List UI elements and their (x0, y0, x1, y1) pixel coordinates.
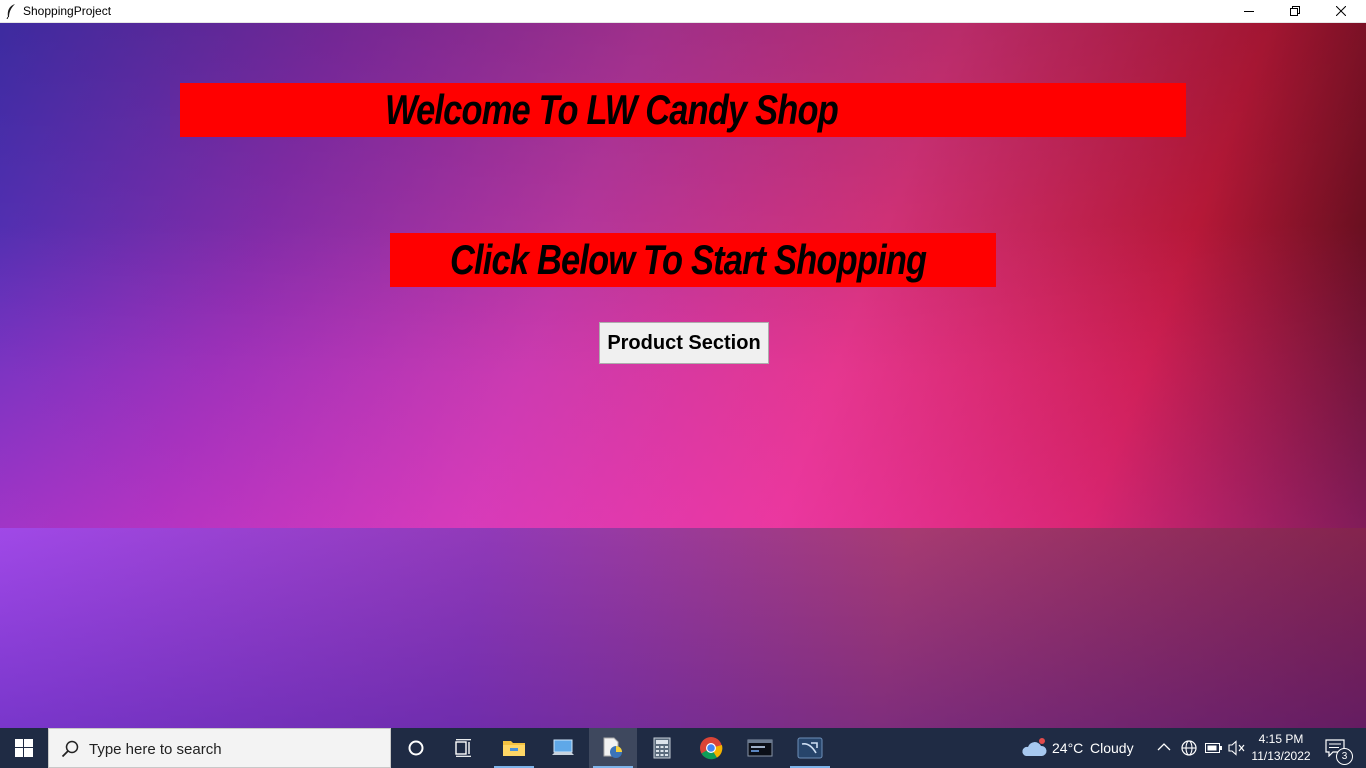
desktop-wallpaper (0, 528, 1366, 728)
weather-condition: Cloudy (1090, 740, 1134, 756)
window-titlebar: ShoppingProject (0, 0, 1366, 23)
action-center-button[interactable]: 3 (1318, 728, 1366, 768)
cloud-weather-icon (1022, 738, 1047, 756)
python-idle-icon (603, 737, 622, 758)
clock-time: 4:15 PM (1258, 732, 1304, 746)
minimize-button[interactable] (1226, 0, 1272, 22)
network-pc-button[interactable] (540, 728, 588, 768)
globe-network-icon[interactable] (1180, 739, 1198, 757)
task-view-button[interactable] (440, 728, 488, 768)
clock-date: 11/13/2022 (1251, 749, 1311, 763)
feather-app-icon (6, 4, 15, 19)
welcome-banner: Welcome To LW Candy Shop (180, 83, 1186, 137)
taskbar-clock[interactable]: 4:15 PM 11/13/2022 (1246, 731, 1316, 765)
mysql-workbench-icon (797, 737, 823, 759)
file-explorer-icon (503, 741, 525, 756)
mysql-shell-icon (747, 739, 773, 757)
welcome-text: Welcome To LW Candy Shop (385, 86, 839, 133)
start-shopping-text: Click Below To Start Shopping (450, 236, 927, 283)
chrome-icon (700, 737, 723, 760)
task-view-icon (455, 739, 471, 757)
cortana-icon (408, 740, 424, 756)
battery-icon[interactable] (1205, 742, 1223, 754)
minimize-icon (1244, 11, 1254, 12)
chrome-button[interactable] (687, 728, 735, 768)
file-explorer-button[interactable] (490, 728, 538, 768)
weather-temp: 24°C (1052, 740, 1084, 756)
taskbar: Type here to search 24°C Cloudy 4:15 PM … (0, 728, 1366, 768)
close-button[interactable] (1318, 0, 1364, 22)
close-icon (1336, 6, 1346, 16)
volume-muted-icon[interactable] (1228, 740, 1246, 756)
windows-logo-icon (15, 739, 33, 757)
restore-icon (1290, 6, 1300, 16)
python-idle-button[interactable] (589, 728, 637, 768)
calculator-button[interactable] (638, 728, 686, 768)
start-shopping-banner: Click Below To Start Shopping (390, 233, 996, 287)
search-placeholder: Type here to search (89, 741, 222, 758)
calculator-icon (653, 737, 671, 759)
chevron-up-icon[interactable] (1157, 742, 1171, 752)
restore-button[interactable] (1272, 0, 1318, 22)
product-section-button[interactable]: Product Section (599, 322, 769, 364)
search-icon (61, 740, 79, 758)
notification-badge: 3 (1336, 748, 1353, 765)
window-title: ShoppingProject (23, 4, 112, 18)
taskbar-search-box[interactable]: Type here to search (48, 728, 391, 768)
cortana-button[interactable] (392, 728, 440, 768)
mysql-shell-button[interactable] (736, 728, 784, 768)
network-pc-icon (552, 739, 574, 755)
start-button[interactable] (0, 728, 48, 768)
mysql-workbench-button[interactable] (786, 728, 834, 768)
